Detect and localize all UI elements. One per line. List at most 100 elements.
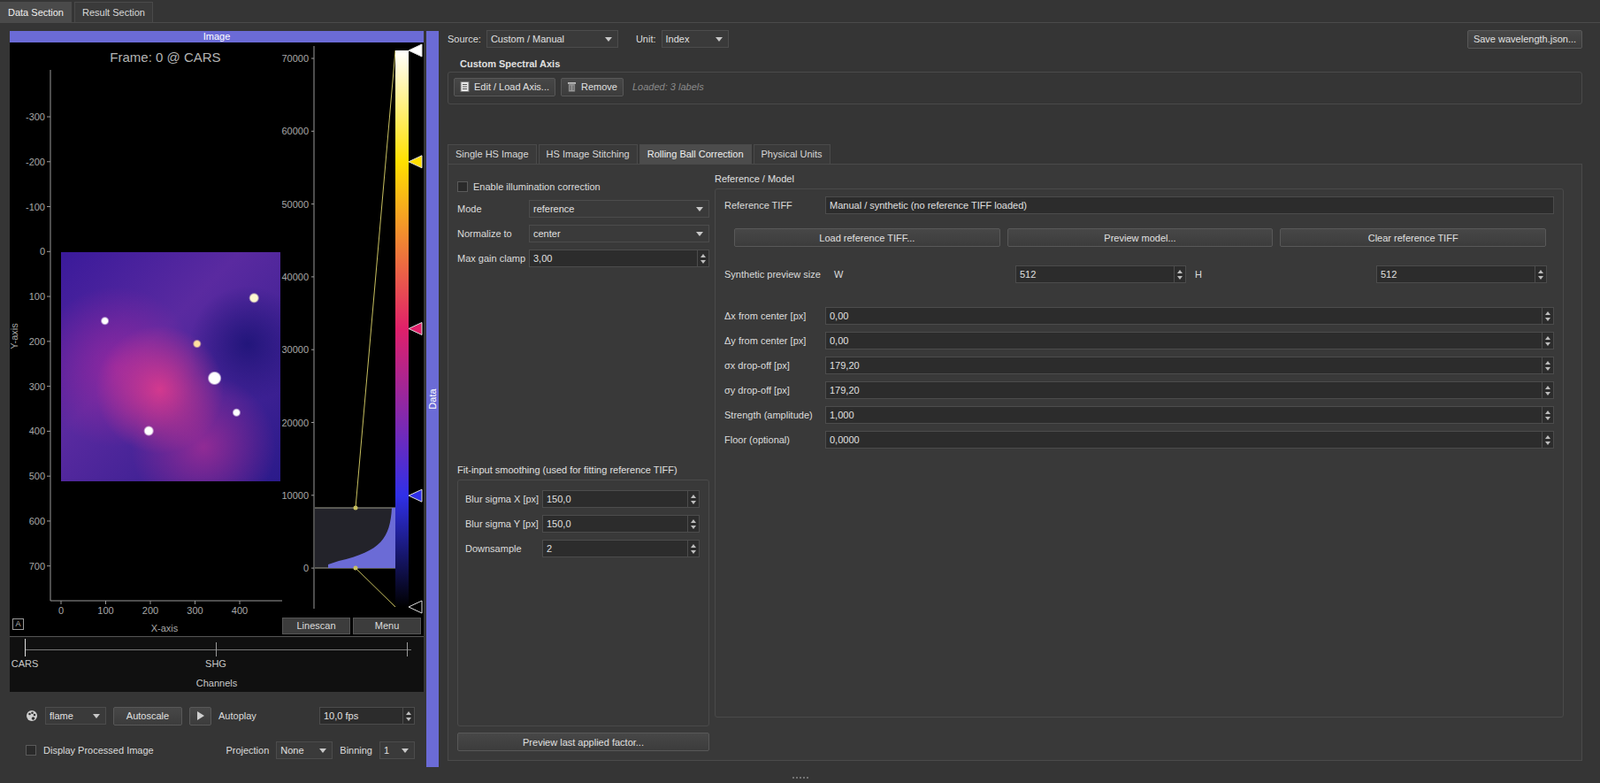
spin-down-icon[interactable] [1545, 317, 1551, 322]
autoscale-button[interactable]: Autoscale [113, 706, 183, 726]
spinbox[interactable]: 150,0 [542, 489, 700, 508]
settings-column: Enable illumination correctionModerefere… [457, 173, 710, 751]
dock-divider[interactable]: Data [426, 30, 439, 767]
x-tick-label: 0 [43, 604, 79, 616]
spinbox[interactable]: 150,0 [542, 514, 700, 533]
remove-axis-button[interactable]: Remove [560, 77, 624, 97]
tab[interactable]: Physical Units [753, 144, 831, 164]
spin-arrows[interactable] [1534, 266, 1547, 283]
channel-timeline[interactable]: CARSSHGChannels [9, 635, 424, 692]
save-button[interactable]: Save wavelength.json... [1467, 30, 1583, 49]
colorbar[interactable] [395, 50, 409, 607]
reference-tiff-field[interactable]: Manual / synthetic (no reference TIFF lo… [825, 196, 1555, 215]
spinbox[interactable]: 0,00 [825, 331, 1555, 350]
plot-axes [9, 42, 423, 636]
channel-tick[interactable] [215, 642, 217, 657]
spin-arrows[interactable] [1541, 382, 1554, 399]
spin-arrows[interactable] [1541, 406, 1554, 423]
spin-up-icon[interactable] [1545, 311, 1551, 315]
reference-button[interactable]: Clear reference TIFF [1279, 228, 1547, 247]
source-dropdown[interactable]: Custom / Manual [486, 30, 619, 48]
spin-down-icon[interactable] [700, 260, 706, 264]
spin-up-icon[interactable] [1545, 385, 1551, 390]
field-label: Δx from center [px] [724, 310, 826, 322]
display-processed-label: Display Processed Image [43, 744, 154, 756]
channel-tick[interactable] [24, 638, 26, 657]
colormap-dropdown[interactable]: flame [45, 706, 107, 725]
spin-down-icon[interactable] [1545, 416, 1551, 421]
edit-axis-button[interactable]: Edit / Load Axis... [453, 77, 556, 97]
spin-arrows[interactable] [1541, 431, 1554, 448]
enable-checkbox[interactable] [457, 181, 468, 192]
spin-arrows[interactable] [687, 540, 699, 557]
spin-down-icon[interactable] [690, 525, 697, 529]
spinbox[interactable]: 1,000 [825, 405, 1555, 424]
spin-up-icon[interactable] [1545, 336, 1551, 340]
spin-down-icon[interactable] [1545, 391, 1551, 396]
spin-up-icon[interactable] [700, 253, 706, 258]
section-tab[interactable]: Data Section [0, 1, 72, 23]
plot-button[interactable]: Menu [352, 617, 422, 635]
projection-dropdown[interactable]: None [275, 741, 333, 759]
spin-down-icon[interactable] [690, 550, 697, 554]
spin-arrows[interactable] [1541, 307, 1554, 324]
spin-up-icon[interactable] [1177, 269, 1183, 274]
spin-down-icon[interactable] [1545, 342, 1551, 346]
spin-arrows[interactable] [1541, 357, 1554, 374]
y-axis-label: Y-axis [9, 322, 20, 350]
splitter-grip[interactable] [0, 772, 1600, 783]
tab[interactable]: Single HS Image [447, 144, 537, 164]
group-title: Reference / Model [714, 173, 1564, 189]
axis-status: Loaded: 3 labels [632, 81, 705, 92]
dropdown[interactable]: reference [528, 199, 710, 218]
tab[interactable]: HS Image Stitching [538, 144, 638, 164]
spin-up-icon[interactable] [690, 494, 697, 498]
spin-arrows[interactable] [402, 707, 414, 724]
spin-up-icon[interactable] [690, 519, 697, 523]
spin-up-icon[interactable] [1545, 360, 1551, 365]
data-panel: Source:Custom / ManualUnit:IndexSave wav… [438, 30, 1600, 773]
spin-up-icon[interactable] [1545, 435, 1551, 439]
header-row: Source:Custom / ManualUnit:IndexSave wav… [447, 29, 1583, 49]
histogram-tick-label: 50000 [262, 198, 309, 211]
spin-down-icon[interactable] [1538, 275, 1544, 280]
spin-arrows[interactable] [1173, 266, 1186, 283]
image-view[interactable] [61, 252, 281, 482]
spinbox[interactable]: 179,20 [825, 381, 1555, 399]
spinbox[interactable]: 0,0000 [825, 430, 1555, 449]
plot-button[interactable]: Linescan [282, 617, 351, 635]
spin-down-icon[interactable] [405, 717, 412, 721]
dropdown[interactable]: center [528, 224, 710, 243]
form-row: Floor (optional)0,0000 [724, 430, 1555, 449]
spinbox[interactable]: 2 [542, 539, 700, 558]
spinbox[interactable]: 3,00 [528, 249, 710, 268]
preview-factor-button[interactable]: Preview last applied factor... [457, 732, 710, 751]
spin-down-icon[interactable] [1177, 275, 1183, 280]
display-processed-checkbox[interactable] [25, 744, 37, 756]
reference-button[interactable]: Load reference TIFF... [734, 228, 1001, 247]
spinbox[interactable]: 0,00 [825, 306, 1555, 325]
spin-up-icon[interactable] [1545, 410, 1551, 414]
unit-dropdown[interactable]: Index [661, 30, 729, 48]
spin-down-icon[interactable] [1545, 441, 1551, 445]
tab[interactable]: Rolling Ball Correction [639, 144, 752, 164]
fps-spinbox[interactable]: 10,0 fps [319, 706, 415, 725]
width-spinbox[interactable]: 512 [1015, 265, 1187, 284]
play-button[interactable] [189, 706, 212, 726]
spin-arrows[interactable] [687, 490, 699, 507]
spinbox[interactable]: 179,20 [825, 356, 1555, 375]
height-spinbox[interactable]: 512 [1376, 265, 1547, 284]
spin-up-icon[interactable] [405, 711, 412, 715]
spin-arrows[interactable] [687, 515, 699, 532]
binning-dropdown[interactable]: 1 [379, 741, 415, 759]
auto-range-button[interactable]: A [12, 618, 24, 630]
section-tab[interactable]: Result Section [74, 1, 154, 23]
image-plot[interactable]: Frame: 0 @ CARS-300-200-1000100200300400… [9, 42, 424, 636]
reference-button[interactable]: Preview model... [1007, 228, 1274, 247]
spin-up-icon[interactable] [690, 543, 697, 548]
spin-down-icon[interactable] [1545, 367, 1551, 371]
spin-down-icon[interactable] [690, 500, 697, 505]
spin-arrows[interactable] [696, 250, 709, 267]
spin-arrows[interactable] [1541, 332, 1554, 349]
spin-up-icon[interactable] [1538, 269, 1544, 274]
